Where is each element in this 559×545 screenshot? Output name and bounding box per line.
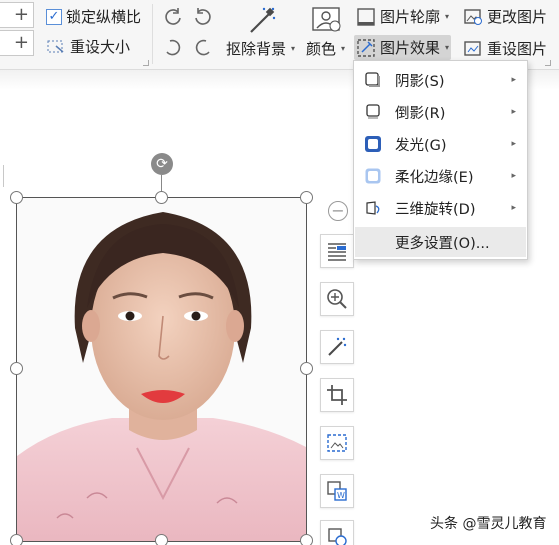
reset-size-button[interactable]: 重设大小: [46, 36, 130, 57]
menu-item-glow[interactable]: 发光(G) ▸: [355, 129, 526, 159]
ribbon-separator: [152, 4, 153, 64]
submenu-arrow-icon: ▸: [511, 203, 516, 213]
remove-bg-icon: [328, 337, 347, 356]
layout-options-button[interactable]: [320, 234, 354, 268]
soft-edge-icon: [365, 168, 381, 184]
selected-photo[interactable]: [16, 197, 307, 542]
picture-outline-button[interactable]: 图片轮廓 ▾: [356, 6, 449, 27]
remove-bg-side-button[interactable]: [320, 330, 354, 364]
crop-icon: [327, 385, 347, 405]
remove-background-label: 抠除背景: [226, 40, 287, 58]
dropdown-caret-icon: ▾: [291, 44, 296, 53]
change-picture-label: 更改图片: [487, 8, 548, 26]
reset-size-icon: [47, 40, 64, 53]
menu-item-more-settings[interactable]: 更多设置(O)...: [355, 227, 526, 257]
menu-item-label: 柔化边缘(E): [395, 169, 474, 186]
submenu-arrow-icon: ▸: [511, 75, 516, 85]
lock-aspect-ratio-checkbox[interactable]: ✓ 锁定纵横比: [46, 6, 141, 27]
reflection-icon: [366, 104, 380, 119]
more-settings-label: 更多设置(O)...: [395, 235, 490, 252]
rotate-handle-icon[interactable]: ⟳: [151, 153, 173, 175]
collapse-icon[interactable]: −: [328, 201, 348, 221]
width-plus-button[interactable]: +: [14, 4, 29, 26]
convert-to-word-button[interactable]: W: [320, 474, 354, 508]
flip-vertical-icon[interactable]: [162, 36, 184, 58]
rotate-right-icon[interactable]: [192, 6, 214, 28]
resize-handle-top-left[interactable]: [10, 191, 23, 204]
resize-handle-bottom[interactable]: [155, 534, 168, 545]
picture-group-launcher-icon[interactable]: [545, 60, 551, 66]
color-button[interactable]: 颜色 ▾: [306, 38, 345, 59]
remove-background-button[interactable]: 抠除背景 ▾: [226, 38, 295, 59]
menu-item-soft-edges[interactable]: 柔化边缘(E) ▸: [355, 161, 526, 191]
svg-text:W: W: [337, 491, 345, 500]
reset-picture-button[interactable]: 重设图片: [463, 38, 547, 59]
resize-handle-left[interactable]: [10, 362, 23, 375]
resize-handle-top[interactable]: [155, 191, 168, 204]
page-edge-marker: [0, 165, 4, 187]
menu-item-shadow[interactable]: 阴影(S) ▸: [355, 65, 526, 95]
resize-handle-bottom-right[interactable]: [300, 534, 313, 545]
picture-effects-button[interactable]: 图片效果 ▾: [354, 35, 452, 60]
color-icon[interactable]: [311, 6, 341, 34]
zoom-button[interactable]: [320, 282, 354, 316]
height-plus-button[interactable]: +: [14, 32, 29, 54]
width-spinner[interactable]: +: [0, 2, 34, 28]
picture-outline-icon: [357, 7, 375, 26]
submenu-arrow-icon: ▸: [511, 139, 516, 149]
lock-aspect-ratio-label: 锁定纵横比: [66, 8, 142, 26]
dropdown-caret-icon: ▾: [445, 43, 450, 52]
remove-background-icon[interactable]: [247, 6, 277, 36]
menu-item-3d-rotation[interactable]: 三维旋转(D) ▸: [355, 193, 526, 223]
picture-outline-label: 图片轮廓: [380, 8, 441, 26]
crop-button[interactable]: [320, 378, 354, 412]
rotate-left-icon[interactable]: [162, 6, 184, 28]
image-adjust-button[interactable]: [320, 426, 354, 460]
picture-effects-label: 图片效果: [380, 39, 441, 57]
reset-picture-icon: [464, 40, 481, 56]
dropdown-caret-icon: ▾: [445, 12, 450, 21]
portrait-image: [17, 198, 306, 541]
reset-picture-label: 重设图片: [487, 40, 548, 58]
more-tools-button[interactable]: [320, 520, 354, 545]
submenu-arrow-icon: ▸: [511, 171, 516, 181]
more-icon: [328, 528, 347, 545]
color-label: 颜色: [306, 40, 337, 58]
size-group-launcher-icon[interactable]: [143, 60, 149, 66]
checkbox-check-icon: ✓: [46, 8, 62, 25]
reset-size-label: 重设大小: [70, 38, 131, 56]
picture-effects-icon: [357, 38, 375, 57]
height-spinner[interactable]: +: [0, 30, 34, 56]
image-adjust-icon: [327, 434, 347, 452]
layout-options-icon: [328, 243, 346, 261]
menu-item-label: 发光(G): [395, 137, 447, 154]
glow-icon: [365, 136, 381, 152]
zoom-icon: [327, 289, 347, 309]
menu-item-label: 三维旋转(D): [395, 201, 476, 218]
resize-handle-bottom-left[interactable]: [10, 534, 23, 545]
flip-horizontal-icon[interactable]: [192, 36, 214, 58]
resize-handle-right[interactable]: [300, 362, 313, 375]
menu-item-reflection[interactable]: 倒影(R) ▸: [355, 97, 526, 127]
dropdown-caret-icon: ▾: [341, 44, 346, 53]
submenu-arrow-icon: ▸: [511, 107, 516, 117]
change-picture-icon: [464, 8, 482, 25]
shadow-icon: [365, 72, 380, 87]
watermark-text: 头条 @雪灵儿教育: [430, 516, 547, 532]
resize-handle-top-right[interactable]: [300, 191, 313, 204]
picture-effects-menu: 阴影(S) ▸ 倒影(R) ▸ 发光(G) ▸ 柔化边缘(E) ▸ 三维旋转(D…: [353, 60, 528, 260]
menu-item-label: 阴影(S): [395, 73, 445, 90]
3d-rotation-icon: [366, 201, 380, 215]
convert-to-word-icon: W: [327, 481, 347, 501]
menu-item-label: 倒影(R): [395, 105, 446, 122]
change-picture-button[interactable]: 更改图片: [463, 6, 547, 27]
